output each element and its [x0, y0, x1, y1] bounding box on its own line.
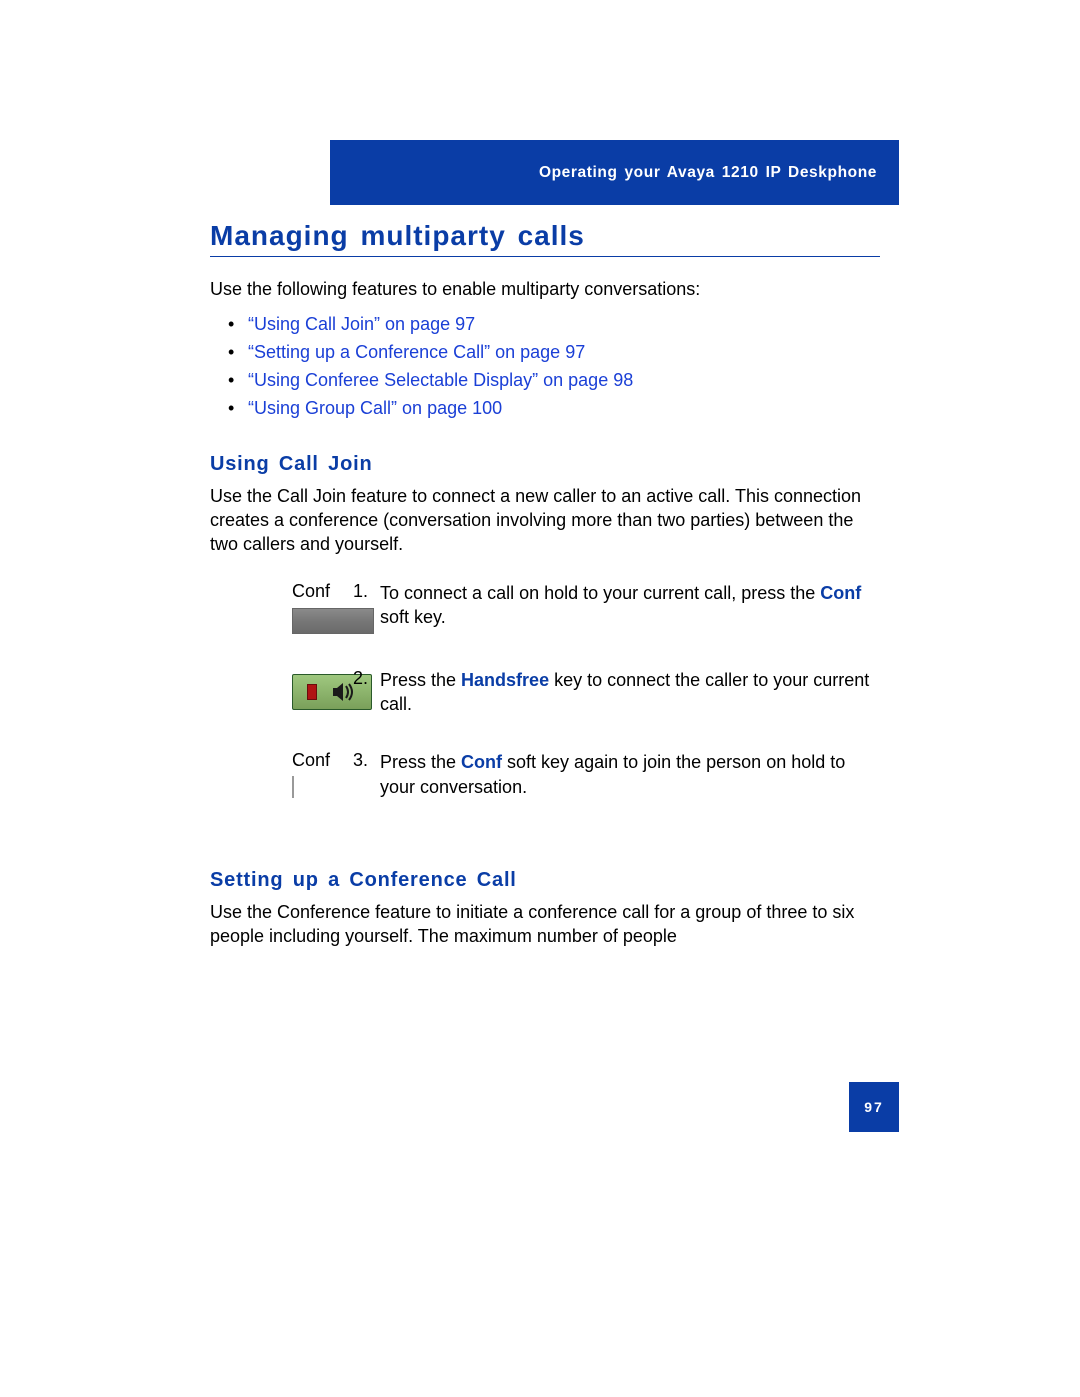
document-page: Operating your Avaya 1210 IP Deskphone M… — [0, 0, 1080, 1397]
step-row: Conf 1. To connect a call on hold to you… — [210, 581, 880, 634]
cross-reference-link[interactable]: “Using Group Call” on page 100 — [228, 395, 880, 423]
step-icon-col — [210, 668, 340, 710]
cross-reference-list: “Using Call Join” on page 97 “Setting up… — [210, 311, 880, 423]
page-content: Managing multiparty calls Use the follow… — [210, 220, 880, 949]
step-text: Press the Conf soft key again to join th… — [380, 750, 880, 799]
header-bar: Operating your Avaya 1210 IP Deskphone — [330, 140, 899, 205]
step-icon-col: Conf — [210, 750, 340, 798]
conf-softkey-label: Conf — [292, 581, 340, 602]
step-text-fragment: Press the — [380, 670, 461, 690]
cross-reference-link[interactable]: “Setting up a Conference Call” on page 9… — [228, 339, 880, 367]
intro-text: Use the following features to enable mul… — [210, 277, 880, 301]
key-name: Handsfree — [461, 670, 549, 690]
step-number: 1. — [340, 581, 380, 602]
page-number-badge: 97 — [849, 1082, 899, 1132]
step-row: Conf 3. Press the Conf soft key again to… — [210, 750, 880, 799]
steps-list: Conf 1. To connect a call on hold to you… — [210, 581, 880, 799]
subsection-title-conference: Setting up a Conference Call — [210, 869, 880, 892]
softkey-button-icon — [292, 608, 374, 634]
step-number: 3. — [340, 750, 380, 771]
led-icon — [307, 684, 317, 700]
conf-softkey-label: Conf — [292, 750, 340, 771]
step-text-fragment: To connect a call on hold to your curren… — [380, 583, 820, 603]
subsection-intro: Use the Call Join feature to connect a n… — [210, 484, 880, 557]
step-icon-col: Conf — [210, 581, 340, 634]
subsection-title-call-join: Using Call Join — [210, 453, 880, 476]
cross-reference-link[interactable]: “Using Conferee Selectable Display” on p… — [228, 367, 880, 395]
key-name: Conf — [461, 752, 502, 772]
step-text-fragment: soft key. — [380, 607, 446, 627]
step-text: Press the Handsfree key to connect the c… — [380, 668, 880, 717]
step-text: To connect a call on hold to your curren… — [380, 581, 880, 630]
step-row: 2. Press the Handsfree key to connect th… — [210, 668, 880, 717]
step-text-fragment: Press the — [380, 752, 461, 772]
cross-reference-link[interactable]: “Using Call Join” on page 97 — [228, 311, 880, 339]
header-breadcrumb: Operating your Avaya 1210 IP Deskphone — [539, 164, 877, 182]
page-number: 97 — [864, 1099, 884, 1115]
key-name: Conf — [820, 583, 861, 603]
subsection-intro: Use the Conference feature to initiate a… — [210, 900, 880, 949]
step-number: 2. — [340, 668, 380, 689]
fineprint-card-icon — [292, 776, 294, 798]
section-title: Managing multiparty calls — [210, 220, 880, 257]
